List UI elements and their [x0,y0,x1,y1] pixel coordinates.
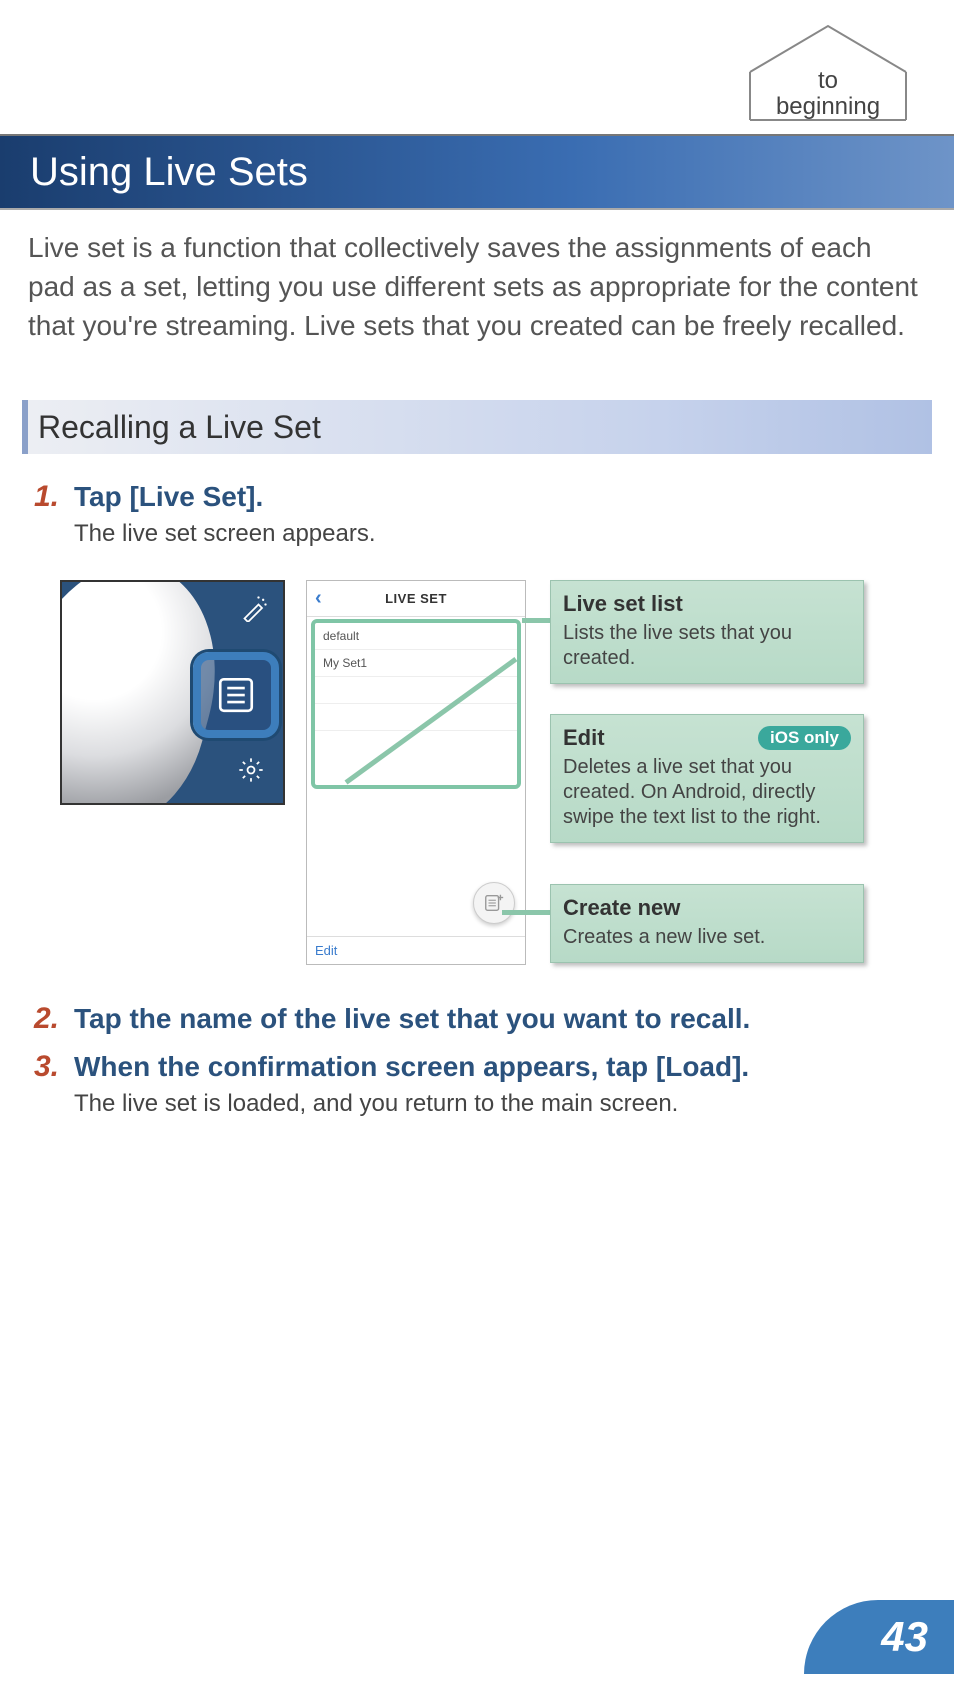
ios-only-badge: iOS only [758,726,851,750]
step-number: 2. [34,1002,64,1036]
step-number: 3. [34,1050,64,1084]
step-2: 2. Tap the name of the live set that you… [34,1002,924,1036]
section-title: Recalling a Live Set [38,409,321,446]
callout-connector [522,618,552,623]
chapter-title: Using Live Sets [30,150,308,195]
gear-icon [237,756,265,791]
to-beginning-link[interactable]: to beginning [738,14,918,124]
step-subtext: The live set screen appears. [74,520,924,548]
page-number-tab: 43 [804,1600,954,1674]
step-3: 3. When the confirmation screen appears,… [34,1050,924,1118]
live-set-button-highlight [193,652,279,738]
list-item[interactable]: default [315,623,517,650]
screen-title: LIVE SET [385,591,447,606]
section-header: Recalling a Live Set [22,400,932,454]
step-number: 1. [34,480,64,514]
callout-desc: Creates a new live set. [563,925,851,950]
step-title: Tap the name of the live set that you wa… [74,1003,750,1035]
live-set-list-highlight: default My Set1 [311,619,521,789]
wand-icon [241,594,269,629]
step-subtext: The live set is loaded, and you return t… [74,1090,924,1118]
chapter-title-bar: Using Live Sets [0,134,954,210]
callout-desc: Deletes a live set that you created. On … [563,755,851,830]
figure-area: ‹ LIVE SET default My Set1 Edit [60,580,910,985]
callout-title: Live set list [563,591,683,617]
list-item[interactable]: My Set1 [315,650,517,677]
page-number: 43 [881,1613,928,1661]
step-1: 1. Tap [Live Set]. The live set screen a… [34,480,924,548]
callout-connector [502,910,552,915]
edit-link[interactable]: Edit [315,943,337,958]
step-title: When the confirmation screen appears, ta… [74,1051,749,1083]
callout-create-new: Create new Creates a new live set. [550,884,864,963]
callout-live-set-list: Live set list Lists the live sets that y… [550,580,864,684]
callout-desc: Lists the live sets that you created. [563,621,851,671]
callout-edit: Edit iOS only Deletes a live set that yo… [550,714,864,843]
create-new-button[interactable] [473,882,515,924]
list-icon [215,674,257,716]
callout-title: Edit [563,725,605,751]
app-main-screen-thumbnail [60,580,285,805]
intro-paragraph: Live set is a function that collectively… [28,228,926,346]
to-beginning-label: to beginning [738,68,918,121]
callout-title: Create new [563,895,680,921]
step-title: Tap [Live Set]. [74,481,263,513]
back-chevron-icon[interactable]: ‹ [315,587,322,610]
live-set-screen: ‹ LIVE SET default My Set1 Edit [306,580,526,965]
